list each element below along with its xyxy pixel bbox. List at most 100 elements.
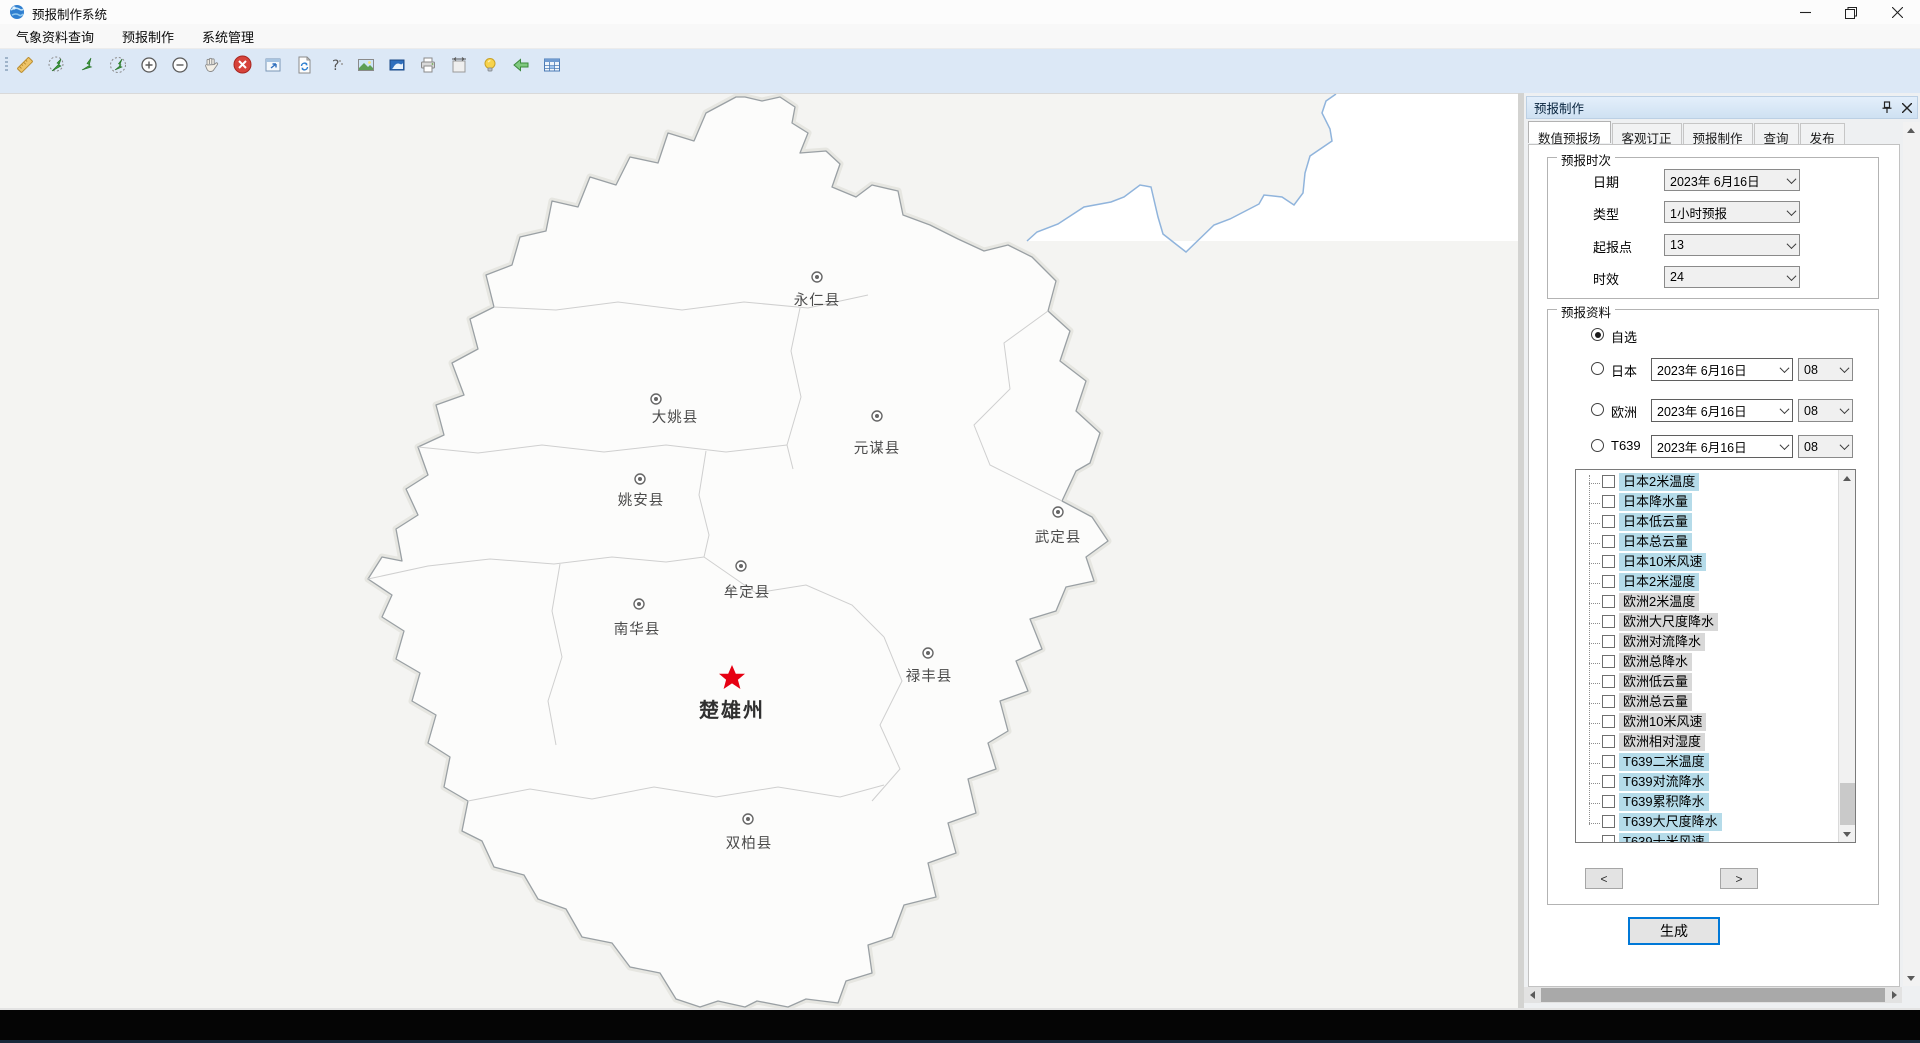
checkbox[interactable]	[1602, 475, 1615, 488]
tab-客观订正[interactable]: 客观订正	[1612, 123, 1682, 145]
tree-item[interactable]: 欧洲总云量	[1576, 693, 1838, 713]
tree-item[interactable]: 欧洲总降水	[1576, 653, 1838, 673]
tab-发布[interactable]: 发布	[1800, 123, 1845, 145]
scroll-left-icon[interactable]	[1524, 987, 1540, 1003]
generate-button[interactable]: 生成	[1628, 917, 1720, 945]
tree-item[interactable]: 日本降水量	[1576, 493, 1838, 513]
scroll-thumb[interactable]	[1541, 988, 1885, 1002]
menu-item[interactable]: 预报制作	[108, 27, 188, 46]
hour-combo[interactable]: 08	[1798, 399, 1853, 422]
tree-item[interactable]: 日本2米温度	[1576, 473, 1838, 493]
tree-item[interactable]: 日本2米湿度	[1576, 573, 1838, 593]
image-icon[interactable]	[356, 55, 376, 75]
map-canvas[interactable]: 永仁县大姚县元谋县姚安县武定县牟定县南华县禄丰县双柏县 楚雄州	[0, 93, 1518, 1008]
data-grid-icon[interactable]	[542, 55, 562, 75]
stop-icon[interactable]	[232, 55, 252, 75]
checkbox[interactable]	[1602, 635, 1615, 648]
panel-hscrollbar[interactable]	[1524, 987, 1902, 1003]
refresh-doc-icon[interactable]	[294, 55, 314, 75]
checkbox[interactable]	[1602, 775, 1615, 788]
checkbox[interactable]	[1602, 835, 1615, 843]
checkbox[interactable]	[1602, 515, 1615, 528]
tree-item[interactable]: T639对流降水	[1576, 773, 1838, 793]
panel-vscrollbar[interactable]	[1903, 122, 1920, 986]
pointer-arrow-icon[interactable]	[77, 55, 97, 75]
panel-header[interactable]: 预报制作	[1526, 96, 1918, 119]
field-combo[interactable]: 1小时预报	[1664, 201, 1800, 223]
field-combo[interactable]: 24	[1664, 266, 1800, 288]
hour-combo[interactable]: 08	[1798, 358, 1853, 381]
checkbox[interactable]	[1602, 815, 1615, 828]
tree-scrollbar[interactable]	[1838, 470, 1855, 842]
tree-item[interactable]: 欧洲10米风速	[1576, 713, 1838, 733]
radio-button[interactable]	[1591, 403, 1604, 416]
date-combo[interactable]: 2023年 6月16日	[1651, 358, 1793, 381]
menu-item[interactable]: 气象资料查询	[2, 27, 108, 46]
toolbar-grip[interactable]	[5, 57, 8, 73]
rotate-view-icon[interactable]	[108, 55, 128, 75]
scroll-thumb[interactable]	[1840, 783, 1855, 825]
minimize-button[interactable]	[1782, 0, 1828, 25]
back-arrow-icon[interactable]	[511, 55, 531, 75]
tip-bulb-icon[interactable]	[480, 55, 500, 75]
tab-查询[interactable]: 查询	[1754, 123, 1799, 145]
field-combo[interactable]: 13	[1664, 234, 1800, 256]
next-button[interactable]: >	[1720, 868, 1758, 889]
scroll-up-icon[interactable]	[1839, 470, 1855, 486]
window-view-icon[interactable]	[263, 55, 283, 75]
checkbox[interactable]	[1602, 555, 1615, 568]
zoom-in-icon[interactable]	[139, 55, 159, 75]
zoom-out-icon[interactable]	[170, 55, 190, 75]
page-width-icon[interactable]	[449, 55, 469, 75]
tree-item[interactable]: T639累积降水	[1576, 793, 1838, 813]
restore-button[interactable]	[1828, 0, 1874, 25]
radio-button[interactable]	[1591, 439, 1604, 452]
rotate-select-icon[interactable]	[46, 55, 66, 75]
tree-item[interactable]: 欧洲2米温度	[1576, 593, 1838, 613]
tree-item[interactable]: 欧洲相对湿度	[1576, 733, 1838, 753]
menu-item[interactable]: 系统管理	[188, 27, 268, 46]
printer-icon[interactable]	[418, 55, 438, 75]
pin-icon[interactable]	[1881, 101, 1893, 117]
tree-item[interactable]: 欧洲对流降水	[1576, 633, 1838, 653]
panel-close-icon[interactable]	[1902, 102, 1912, 116]
tree-item[interactable]: 日本总云量	[1576, 533, 1838, 553]
checkbox[interactable]	[1602, 575, 1615, 588]
scroll-right-icon[interactable]	[1886, 987, 1902, 1003]
checkbox[interactable]	[1602, 715, 1615, 728]
field-combo[interactable]: 2023年 6月16日	[1664, 169, 1800, 191]
checkbox[interactable]	[1602, 755, 1615, 768]
radio-button[interactable]	[1591, 362, 1604, 375]
pan-hand-icon[interactable]	[201, 55, 221, 75]
tab-预报制作[interactable]: 预报制作	[1683, 123, 1753, 145]
scroll-down-icon[interactable]	[1839, 826, 1855, 842]
scroll-up-icon[interactable]	[1903, 122, 1919, 138]
tree-item[interactable]: 欧洲低云量	[1576, 673, 1838, 693]
tree-item[interactable]: T639十米风速	[1576, 833, 1838, 843]
checkbox[interactable]	[1602, 535, 1615, 548]
help-pointer-icon[interactable]: ?	[325, 55, 345, 75]
close-button[interactable]	[1874, 0, 1920, 25]
checkbox[interactable]	[1602, 675, 1615, 688]
date-combo[interactable]: 2023年 6月16日	[1651, 435, 1793, 458]
checkbox[interactable]	[1602, 655, 1615, 668]
tab-数值预报场[interactable]: 数值预报场	[1528, 121, 1611, 143]
tree-item[interactable]: T639大尺度降水	[1576, 813, 1838, 833]
hour-combo[interactable]: 08	[1798, 435, 1853, 458]
prev-button[interactable]: <	[1585, 868, 1623, 889]
image-export-icon[interactable]	[387, 55, 407, 75]
checkbox[interactable]	[1602, 595, 1615, 608]
tree-item[interactable]: 欧洲大尺度降水	[1576, 613, 1838, 633]
checkbox[interactable]	[1602, 615, 1615, 628]
date-combo[interactable]: 2023年 6月16日	[1651, 399, 1793, 422]
checkbox[interactable]	[1602, 795, 1615, 808]
radio-button[interactable]	[1591, 328, 1604, 341]
scroll-down-icon[interactable]	[1903, 970, 1919, 986]
checkbox[interactable]	[1602, 495, 1615, 508]
checkbox[interactable]	[1602, 735, 1615, 748]
tree-item[interactable]: 日本10米风速	[1576, 553, 1838, 573]
tree-item[interactable]: 日本低云量	[1576, 513, 1838, 533]
checkbox[interactable]	[1602, 695, 1615, 708]
tree-item[interactable]: T639二米温度	[1576, 753, 1838, 773]
measure-ruler-icon[interactable]	[15, 55, 35, 75]
